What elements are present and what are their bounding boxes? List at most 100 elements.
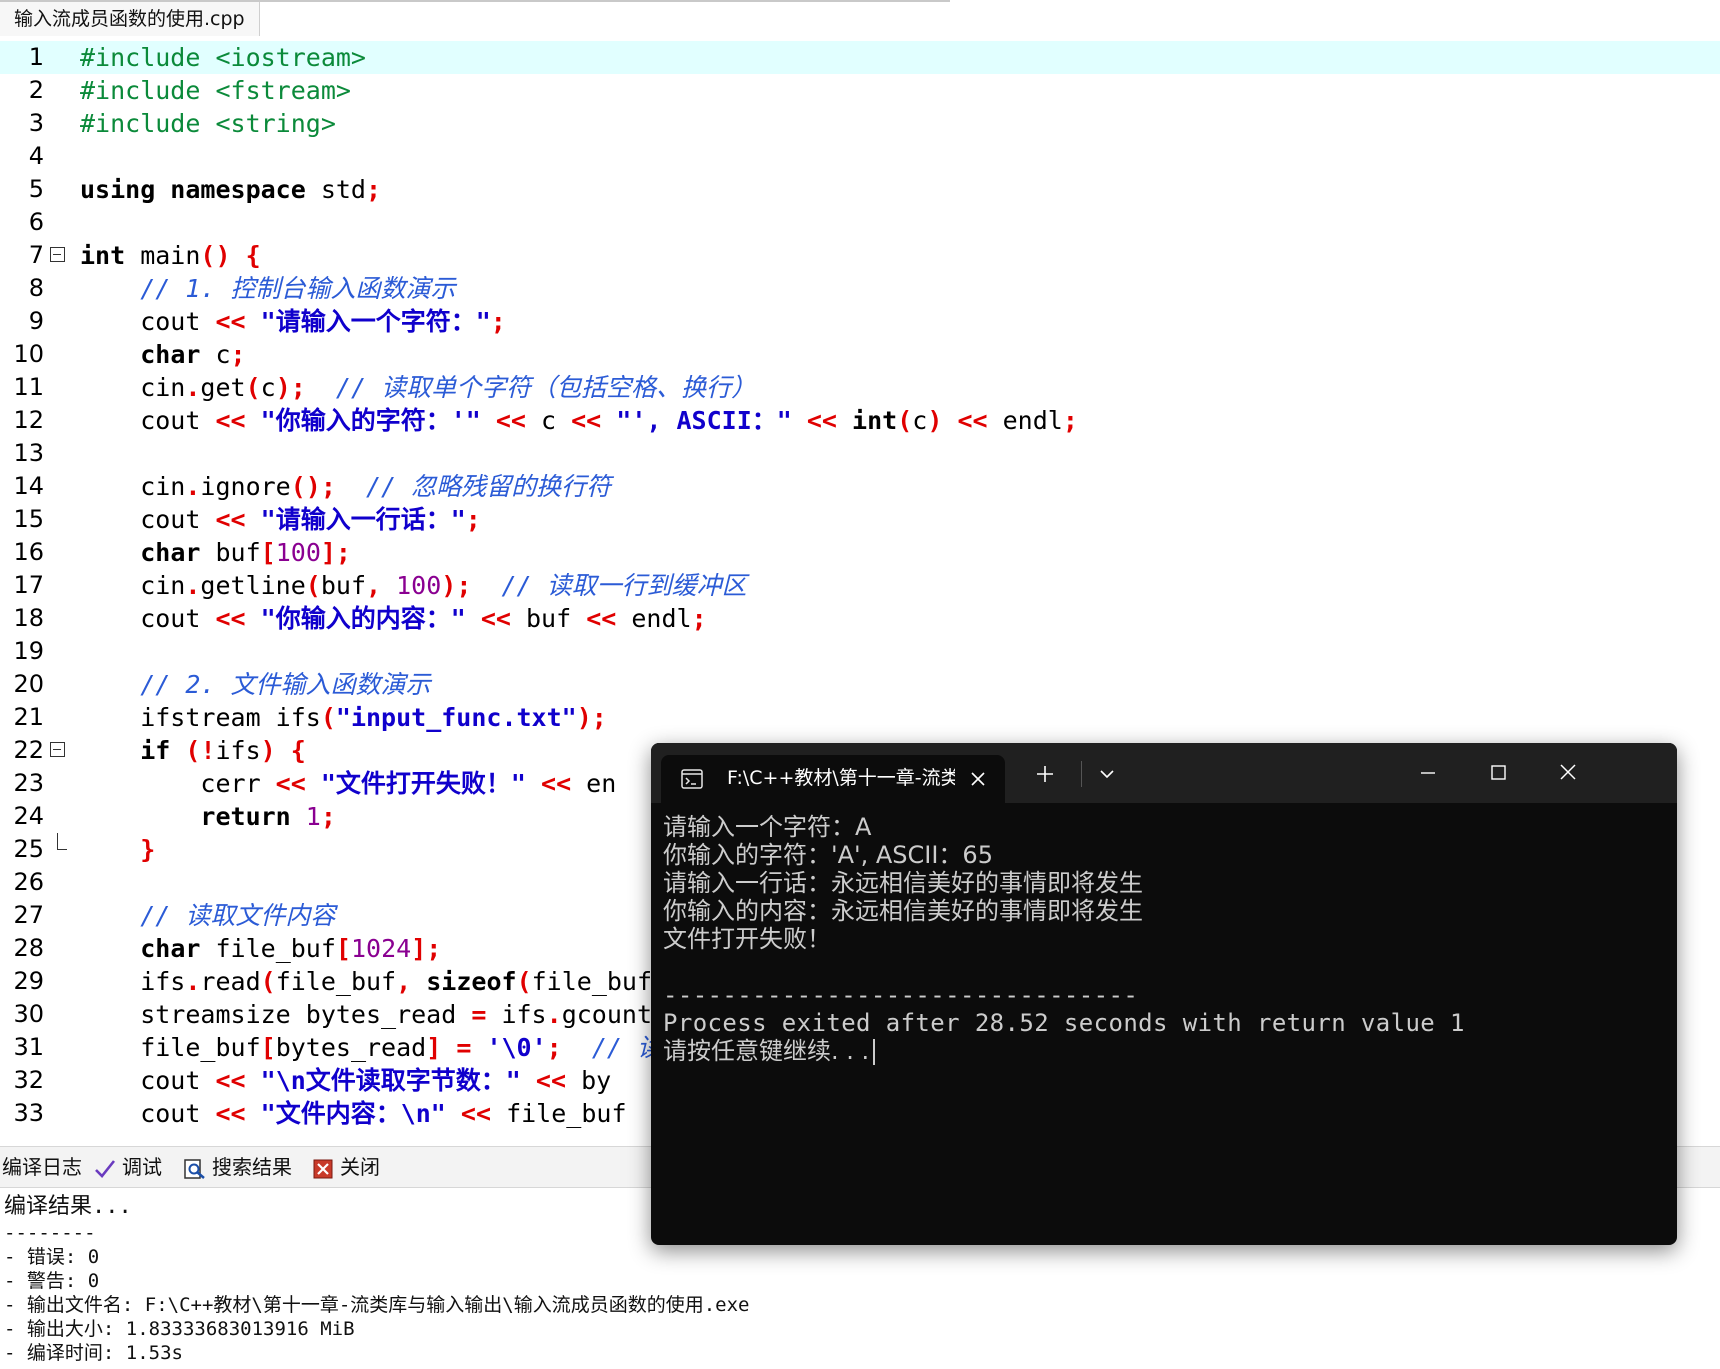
code-line[interactable]: 8 // 1. 控制台输入函数演示 xyxy=(0,272,1720,305)
chevron-down-icon[interactable] xyxy=(1087,743,1127,803)
code-token: bytes_read xyxy=(275,1033,427,1062)
code-token: . xyxy=(185,571,201,600)
code-line[interactable]: 16 char buf[100]; xyxy=(0,536,1720,569)
terminal-line: 你输入的字符：'A', ASCII：65 xyxy=(663,841,993,869)
file-tab[interactable]: 输入流成员函数的使用.cpp xyxy=(0,2,260,36)
code-token: ; xyxy=(691,604,707,633)
line-number: 14 xyxy=(13,472,44,500)
code-text: using namespace std; xyxy=(80,173,381,206)
tab-compile-log[interactable]: 编译日志 xyxy=(2,1147,82,1187)
code-line[interactable]: 4 xyxy=(0,140,1720,173)
code-line[interactable]: 17 cin.getline(buf, 100); // 读取一行到缓冲区 xyxy=(0,569,1720,602)
code-token: cout xyxy=(80,505,216,534)
maximize-icon[interactable] xyxy=(1463,743,1533,803)
code-line[interactable]: 13 xyxy=(0,437,1720,470)
terminal-output[interactable]: 请输入一个字符：A 你输入的字符：'A', ASCII：65 请输入一行话：永远… xyxy=(663,813,1663,1065)
code-line[interactable]: 20 // 2. 文件输入函数演示 xyxy=(0,668,1720,701)
code-line[interactable]: 1 #include <iostream> xyxy=(0,41,1720,74)
code-line[interactable]: 21 ifstream ifs("input_func.txt"); xyxy=(0,701,1720,734)
fold-toggle-icon[interactable] xyxy=(50,247,65,262)
code-token: . xyxy=(185,373,201,402)
line-number: 26 xyxy=(13,868,44,896)
code-line[interactable]: 5 using namespace std; xyxy=(0,173,1720,206)
close-icon[interactable] xyxy=(968,769,988,789)
terminal-line: 请输入一行话：永远相信美好的事情即将发生 xyxy=(663,869,1143,897)
tab-debug-label: 调试 xyxy=(122,1155,162,1179)
code-line[interactable]: 6 xyxy=(0,206,1720,239)
code-token: cout xyxy=(80,406,216,435)
line-number: 30 xyxy=(13,1000,44,1028)
code-token: // 读取一行到缓冲区 xyxy=(501,571,747,600)
terminal-line: 你输入的内容：永远相信美好的事情即将发生 xyxy=(663,897,1143,925)
log-line: - 错误: 0 xyxy=(4,1246,100,1268)
fold-toggle-icon[interactable] xyxy=(50,742,65,757)
terminal-line: Process exited after 28.52 seconds with … xyxy=(663,1009,1465,1037)
code-line[interactable]: 9 cout << "请输入一个字符："; xyxy=(0,305,1720,338)
close-panel-icon xyxy=(313,1159,333,1178)
code-token: c xyxy=(200,340,231,369)
terminal-title-bar[interactable]: F:\C++教材\第十一章-流类库与 xyxy=(651,743,1677,803)
code-token: read xyxy=(200,967,261,996)
code-text: char c; xyxy=(80,338,245,371)
tab-debug[interactable]: 调试 xyxy=(94,1147,162,1187)
terminal-tab[interactable]: F:\C++教材\第十一章-流类库与 xyxy=(661,755,1005,803)
code-token: cout xyxy=(80,1066,216,1095)
code-token: return xyxy=(200,802,291,831)
code-line[interactable]: 11 cin.get(c); // 读取单个字符（包括空格、换行） xyxy=(0,371,1720,404)
code-line[interactable]: 18 cout << "你输入的内容：" << buf << endl; xyxy=(0,602,1720,635)
line-number: 22 xyxy=(13,736,44,764)
code-token: // 读取单个字符（包括空格、换行） xyxy=(335,373,757,402)
window-close-icon[interactable] xyxy=(1533,743,1603,803)
code-line[interactable]: 10 char c; xyxy=(0,338,1720,371)
editor-tab-bar: 输入流成员函数的使用.cpp xyxy=(0,0,1720,38)
checkmark-icon xyxy=(95,1159,116,1178)
line-number: 11 xyxy=(13,373,44,401)
line-number: 25 xyxy=(13,835,44,863)
code-line[interactable]: 3 #include <string> xyxy=(0,107,1720,140)
minimize-icon[interactable] xyxy=(1393,743,1463,803)
tab-search-results[interactable]: 搜索结果 xyxy=(184,1147,292,1187)
code-text: cout << "\n文件读取字节数：" << by xyxy=(80,1064,611,1097)
tab-close[interactable]: 关闭 xyxy=(312,1147,380,1187)
plus-icon[interactable] xyxy=(1023,743,1067,803)
log-line: - 警告: 0 xyxy=(4,1270,100,1292)
code-line[interactable]: 15 cout << "请输入一行话："; xyxy=(0,503,1720,536)
code-token: [ xyxy=(335,934,351,963)
code-text: cout << "文件内容：\n" << file_buf xyxy=(80,1097,626,1130)
code-token: file_buf xyxy=(80,1033,261,1062)
code-token: ); xyxy=(275,373,306,402)
code-line[interactable]: 2 #include <fstream> xyxy=(0,74,1720,107)
code-token: 1 xyxy=(305,802,321,831)
line-number: 23 xyxy=(13,769,44,797)
code-token: "请输入一个字符：" xyxy=(260,307,491,336)
code-token: sizeof xyxy=(426,967,517,996)
code-line[interactable]: 19 xyxy=(0,635,1720,668)
code-token: ( xyxy=(260,967,276,996)
terminal-window[interactable]: F:\C++教材\第十一章-流类库与 请输入一个字符：A 你输入的字符：'A',… xyxy=(651,743,1677,1245)
code-line[interactable]: 14 cin.ignore(); // 忽略残留的换行符 xyxy=(0,470,1720,503)
code-token: << xyxy=(215,1099,246,1128)
code-token: cout xyxy=(80,307,216,336)
line-number: 21 xyxy=(13,703,44,731)
terminal-line: 请输入一个字符：A xyxy=(663,813,872,841)
code-text: cout << "请输入一个字符："; xyxy=(80,305,506,338)
code-text: cout << "你输入的字符：'" << c << "', ASCII：" <… xyxy=(80,404,1078,437)
code-line[interactable]: 12 cout << "你输入的字符：'" << c << "', ASCII：… xyxy=(0,404,1720,437)
tab-compile-log-label: 编译日志 xyxy=(2,1155,82,1179)
code-text: cerr << "文件打开失败！" << en xyxy=(80,767,616,800)
code-line[interactable]: 7 int main() { xyxy=(0,239,1720,272)
code-token: cout xyxy=(80,1099,216,1128)
code-token: streamsize bytes_read xyxy=(80,1000,472,1029)
code-token: gcount xyxy=(561,1000,652,1029)
code-text: } xyxy=(80,833,155,866)
code-token: ; xyxy=(546,1033,562,1062)
